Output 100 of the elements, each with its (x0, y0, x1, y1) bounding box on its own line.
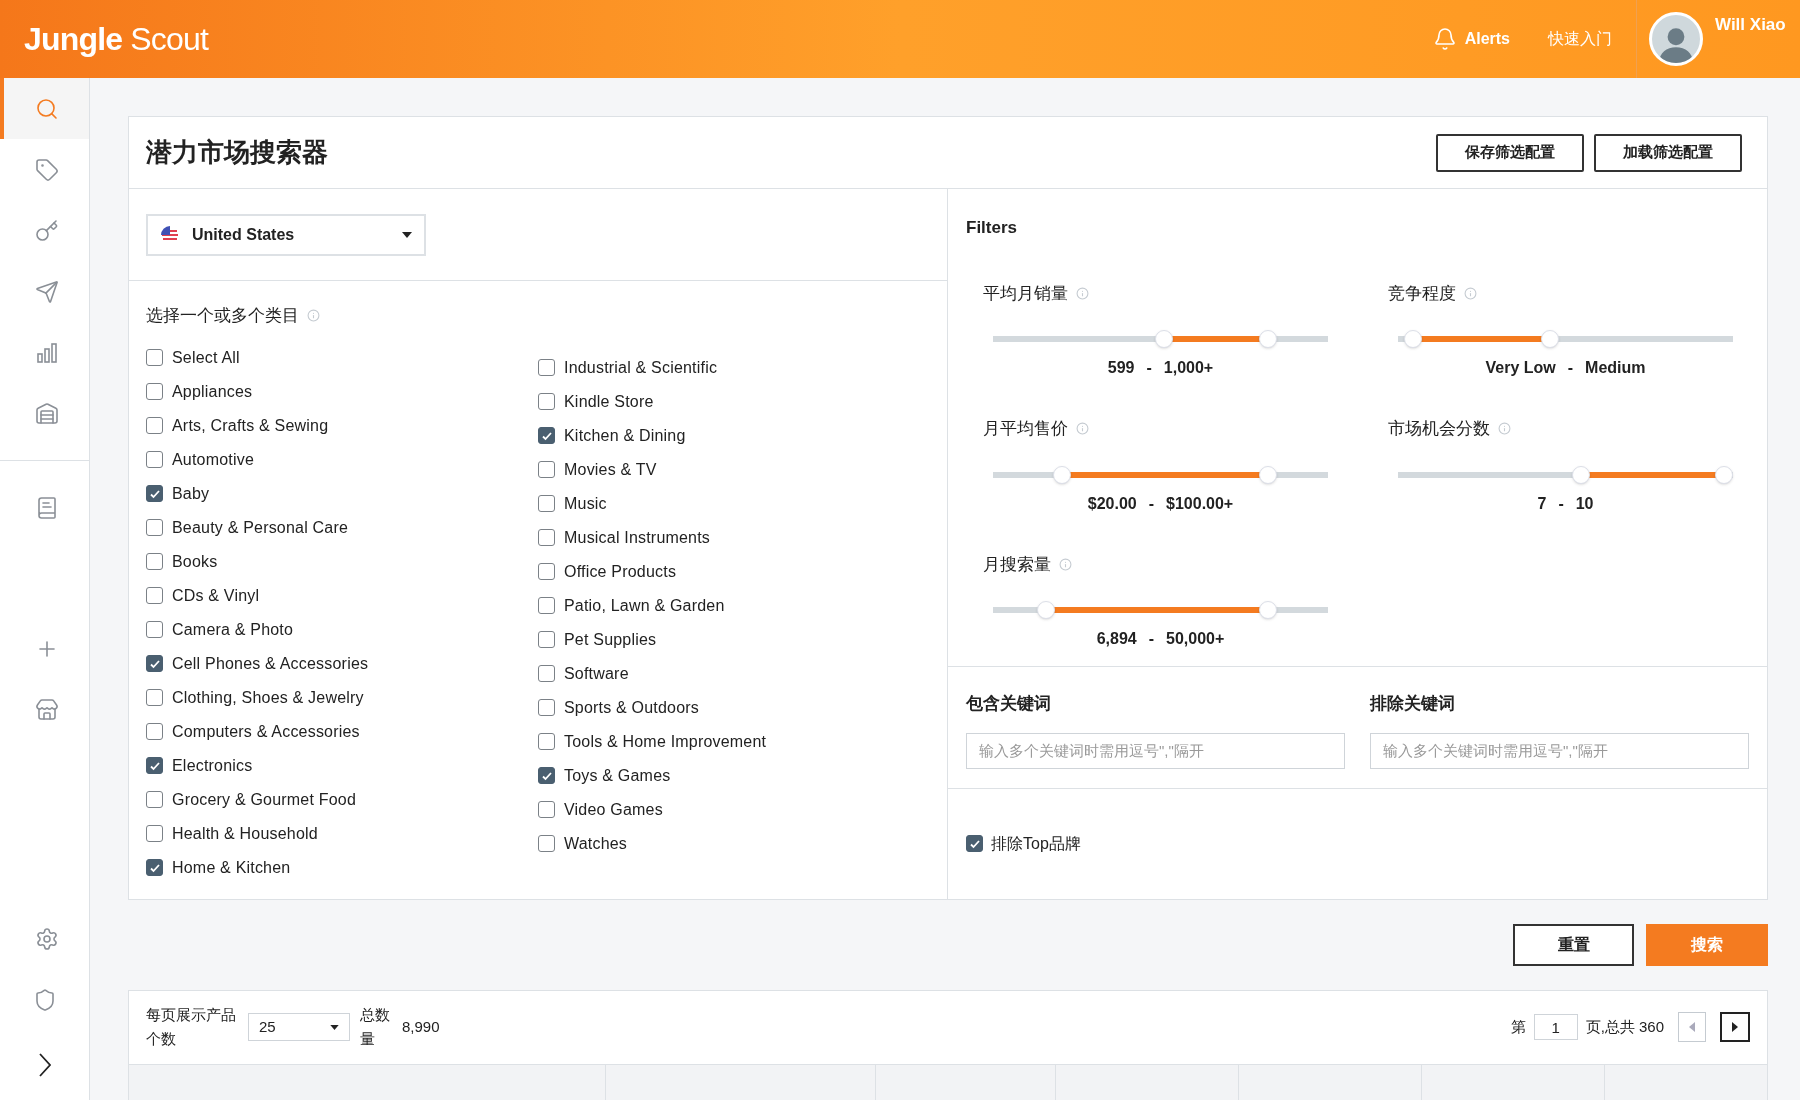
slider-handle[interactable] (1540, 330, 1559, 348)
bell-icon (1432, 27, 1457, 51)
checkbox[interactable] (146, 757, 163, 774)
checkbox[interactable] (146, 621, 163, 638)
previous-page-button[interactable] (1678, 1012, 1706, 1043)
bar-chart-icon (34, 340, 59, 365)
range-low-value: 7 (1537, 493, 1547, 514)
category-option[interactable]: Sports & Outdoors (538, 690, 930, 725)
filter-config-button[interactable]: 保存筛选配置 (1436, 133, 1584, 172)
category-option[interactable]: Home & Kitchen (146, 850, 538, 885)
checkbox[interactable] (538, 767, 555, 784)
category-option[interactable]: Software (538, 656, 930, 691)
country-dropdown[interactable]: United States (146, 213, 426, 256)
category-option[interactable]: Musical Instruments (538, 520, 930, 555)
keyword-input[interactable]: 输入多个关键词时需用逗号","隔开 (966, 732, 1345, 769)
filter-label: 月搜索量 (983, 553, 1051, 576)
checkbox[interactable] (538, 529, 555, 546)
category-option[interactable]: Computers & Accessories (146, 714, 538, 749)
checkbox[interactable] (538, 393, 555, 410)
category-option[interactable]: Arts, Crafts & Sewing (146, 408, 538, 443)
slider-handle[interactable] (1259, 330, 1278, 348)
category-option[interactable]: Video Games (538, 792, 930, 827)
checkbox[interactable] (538, 563, 555, 580)
checkbox[interactable] (538, 665, 555, 682)
category-option[interactable]: Baby (146, 476, 538, 511)
avatar[interactable] (1649, 12, 1703, 66)
category-option[interactable]: Electronics (146, 748, 538, 783)
category-option[interactable]: Music (538, 486, 930, 521)
checkbox[interactable] (146, 485, 163, 502)
slider-handle[interactable] (1259, 465, 1278, 484)
slider-handle[interactable] (1572, 465, 1591, 484)
category-option[interactable]: Industrial & Scientific (538, 350, 930, 385)
exclude-top-brands-option[interactable]: 排除Top品牌 (966, 831, 1081, 856)
checkbox[interactable] (538, 461, 555, 478)
category-option[interactable]: Automotive (146, 442, 538, 477)
category-option[interactable]: Beauty & Personal Care (146, 510, 538, 545)
checkbox[interactable] (538, 495, 555, 512)
checkbox[interactable] (146, 519, 163, 536)
checkbox[interactable] (538, 733, 555, 750)
range-separator: - (1558, 493, 1564, 514)
category-option[interactable]: Movies & TV (538, 452, 930, 487)
paper-plane-icon (34, 279, 59, 304)
checkbox[interactable] (146, 383, 163, 400)
category-option[interactable]: Health & Household (146, 816, 538, 851)
info-icon (1076, 422, 1089, 436)
category-option[interactable]: Appliances (146, 374, 538, 409)
slider-handle[interactable] (1404, 330, 1423, 348)
slider-handle[interactable] (1715, 465, 1733, 484)
checkbox[interactable] (538, 597, 555, 614)
category-option[interactable]: Tools & Home Improvement (538, 724, 930, 759)
triangle-left-icon (1689, 1022, 1695, 1033)
checkbox[interactable] (146, 825, 163, 842)
category-option[interactable]: Patio, Lawn & Garden (538, 588, 930, 623)
category-option[interactable]: CDs & Vinyl (146, 578, 538, 613)
category-option[interactable]: Toys & Games (538, 758, 930, 793)
checkbox[interactable] (146, 723, 163, 740)
filters-title: Filters (966, 217, 1019, 239)
checkbox[interactable] (538, 359, 555, 376)
slider-handle[interactable] (1053, 465, 1072, 484)
category-option[interactable]: Select All (146, 340, 538, 375)
checkbox[interactable] (146, 349, 163, 366)
category-option[interactable]: Pet Supplies (538, 622, 930, 657)
checkbox[interactable] (146, 859, 163, 876)
category-option[interactable]: Kindle Store (538, 384, 930, 419)
category-option[interactable]: Clothing, Shoes & Jewelry (146, 680, 538, 715)
category-option[interactable]: Grocery & Gourmet Food (146, 782, 538, 817)
checkbox[interactable] (538, 427, 555, 444)
page-title: 潜力市场搜索器 (146, 136, 328, 169)
checkbox[interactable] (146, 655, 163, 672)
page-input[interactable]: 1 (1533, 1014, 1578, 1041)
checkbox[interactable] (966, 835, 983, 853)
checkbox[interactable] (538, 835, 555, 852)
category-option[interactable]: Cell Phones & Accessories (146, 646, 538, 681)
page-prefix: 第 (1510, 1017, 1526, 1038)
filter-config-button[interactable]: 加载筛选配置 (1594, 133, 1742, 172)
checkbox[interactable] (146, 689, 163, 706)
slider-handle[interactable] (1259, 601, 1278, 619)
checkbox[interactable] (146, 791, 163, 808)
checkbox[interactable] (146, 417, 163, 434)
checkbox[interactable] (538, 801, 555, 818)
category-option[interactable]: Watches (538, 826, 930, 861)
checkbox[interactable] (146, 553, 163, 570)
category-option[interactable]: Camera & Photo (146, 612, 538, 647)
checkbox[interactable] (146, 451, 163, 468)
slider-handle[interactable] (1037, 601, 1056, 619)
slider-handle[interactable] (1154, 330, 1173, 348)
checkbox[interactable] (146, 587, 163, 604)
keyword-input[interactable]: 输入多个关键词时需用逗号","隔开 (1370, 732, 1749, 769)
sidebar-item[interactable] (0, 78, 89, 139)
next-page-button[interactable] (1720, 1012, 1750, 1043)
category-option[interactable]: Kitchen & Dining (538, 418, 930, 453)
category-option[interactable]: Office Products (538, 554, 930, 589)
checkbox[interactable] (538, 699, 555, 716)
category-option[interactable]: Books (146, 544, 538, 579)
checkbox[interactable] (538, 631, 555, 648)
reset-button[interactable]: 重置 (1513, 923, 1634, 966)
categories-label: 选择一个或多个类目 (146, 305, 299, 327)
per-page-dropdown[interactable]: 25 (248, 1013, 350, 1042)
range-high-value: 10 (1575, 493, 1594, 514)
range-low-value: 599 (1107, 358, 1135, 378)
